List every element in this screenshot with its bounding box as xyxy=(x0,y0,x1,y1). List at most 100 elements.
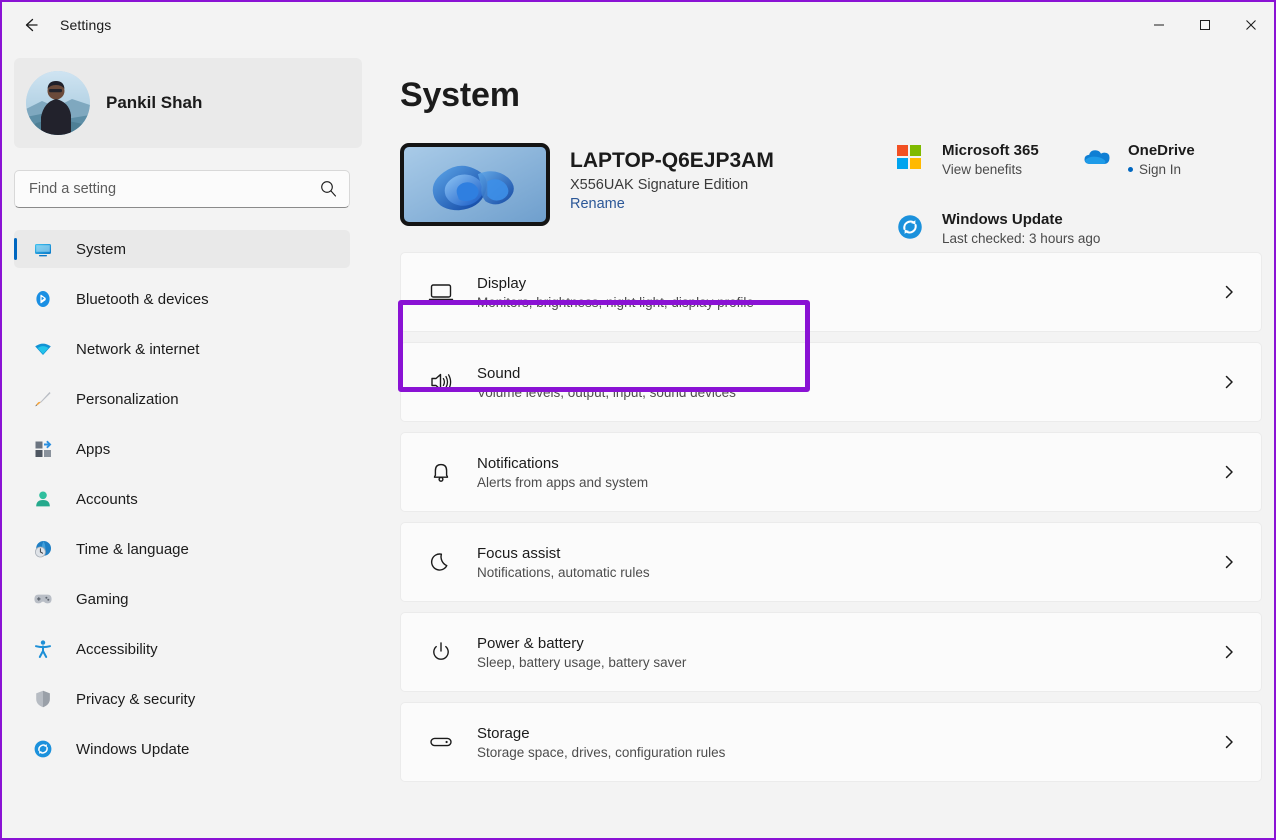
sidebar-item-privacy-security[interactable]: Privacy & security xyxy=(14,680,350,718)
settings-row-power-battery[interactable]: Power & battery Sleep, battery usage, ba… xyxy=(400,612,1262,692)
window-controls xyxy=(1136,2,1274,48)
bell-icon xyxy=(421,458,461,486)
profile-name: Pankil Shah xyxy=(106,93,202,113)
settings-row-title: Storage xyxy=(477,725,725,742)
sidebar-item-label: Privacy & security xyxy=(76,691,195,708)
close-button[interactable] xyxy=(1228,2,1274,48)
quicklink-title: Windows Update xyxy=(942,211,1063,228)
monitor-icon xyxy=(32,238,54,260)
display-monitor-icon xyxy=(421,278,461,306)
device-info: LAPTOP-Q6EJP3AM X556UAK Signature Editio… xyxy=(570,143,774,213)
search-input[interactable] xyxy=(14,170,350,208)
settings-list: Display Monitors, brightness, night ligh… xyxy=(384,252,1274,782)
user-avatar-photo xyxy=(26,71,90,135)
sidebar-item-label: Accessibility xyxy=(76,641,158,658)
gamepad-icon xyxy=(32,588,54,610)
speaker-icon xyxy=(421,368,461,396)
sidebar-item-time-language[interactable]: Time & language xyxy=(14,530,350,568)
settings-row-subtitle: Sleep, battery usage, battery saver xyxy=(477,655,686,670)
chevron-right-icon xyxy=(1221,554,1237,570)
device-name: LAPTOP-Q6EJP3AM xyxy=(570,149,774,173)
bluetooth-icon xyxy=(32,288,54,310)
settings-row-focus-assist[interactable]: Focus assist Notifications, automatic ru… xyxy=(400,522,1262,602)
settings-window: Settings xyxy=(0,0,1276,840)
status-dot xyxy=(1128,167,1133,172)
main-content: System xyxy=(384,48,1274,840)
arrow-left-icon xyxy=(21,15,41,35)
sidebar-item-windows-update[interactable]: Windows Update xyxy=(14,730,350,768)
user-profile-card[interactable]: Pankil Shah xyxy=(14,58,362,148)
settings-row-display[interactable]: Display Monitors, brightness, night ligh… xyxy=(400,252,1262,332)
wifi-icon xyxy=(32,338,54,360)
sidebar-item-bluetooth-devices[interactable]: Bluetooth & devices xyxy=(14,280,350,318)
maximize-button[interactable] xyxy=(1182,2,1228,48)
settings-row-subtitle: Alerts from apps and system xyxy=(477,475,648,490)
rename-link[interactable]: Rename xyxy=(570,196,625,212)
quicklink-subtitle: Last checked: 3 hours ago xyxy=(942,231,1100,246)
settings-row-title: Focus assist xyxy=(477,545,650,562)
sidebar-item-network-internet[interactable]: Network & internet xyxy=(14,330,350,368)
minimize-button[interactable] xyxy=(1136,2,1182,48)
sidebar-item-label: System xyxy=(76,241,126,258)
shield-icon xyxy=(32,688,54,710)
settings-row-title: Display xyxy=(477,275,754,292)
chevron-right-icon xyxy=(1221,464,1237,480)
quicklink-subtitle: Sign In xyxy=(1128,162,1195,177)
chevron-right-icon xyxy=(1221,734,1237,750)
search-box xyxy=(14,170,350,208)
back-button[interactable] xyxy=(10,9,52,41)
settings-row-title: Sound xyxy=(477,365,736,382)
quicklink-title: OneDrive xyxy=(1128,142,1195,159)
settings-row-subtitle: Volume levels, output, input, sound devi… xyxy=(477,385,736,400)
settings-row-notifications[interactable]: Notifications Alerts from apps and syste… xyxy=(400,432,1262,512)
settings-row-sound[interactable]: Sound Volume levels, output, input, soun… xyxy=(400,342,1262,422)
microsoft-logo-icon xyxy=(896,144,926,174)
sidebar-item-label: Apps xyxy=(76,441,110,458)
quicklink-onedrive[interactable]: OneDrive Sign In xyxy=(1082,142,1268,177)
accessibility-icon xyxy=(32,638,54,660)
person-icon xyxy=(32,488,54,510)
maximize-icon xyxy=(1199,19,1211,31)
sidebar-item-personalization[interactable]: Personalization xyxy=(14,380,350,418)
sidebar-item-label: Personalization xyxy=(76,391,179,408)
sidebar-item-label: Network & internet xyxy=(76,341,199,358)
sidebar-item-gaming[interactable]: Gaming xyxy=(14,580,350,618)
sidebar-nav: System Bluetooth & devices xyxy=(14,230,372,768)
sidebar-item-label: Windows Update xyxy=(76,741,189,758)
app-title: Settings xyxy=(60,17,111,33)
globe-clock-icon xyxy=(32,538,54,560)
settings-row-storage[interactable]: Storage Storage space, drives, configura… xyxy=(400,702,1262,782)
avatar xyxy=(26,71,90,135)
sidebar-item-accessibility[interactable]: Accessibility xyxy=(14,630,350,668)
sync-icon xyxy=(896,213,926,243)
sidebar: Pankil Shah xyxy=(2,48,384,840)
page-title: System xyxy=(400,76,1274,115)
apps-grid-icon xyxy=(32,438,54,460)
chevron-right-icon xyxy=(1221,284,1237,300)
quicklink-windows-update[interactable]: Windows Update Last checked: 3 hours ago xyxy=(896,211,1274,246)
sidebar-item-label: Time & language xyxy=(76,541,189,558)
settings-row-subtitle: Storage space, drives, configuration rul… xyxy=(477,745,725,760)
close-icon xyxy=(1245,19,1257,31)
sync-icon xyxy=(32,738,54,760)
chevron-right-icon xyxy=(1221,374,1237,390)
sidebar-item-apps[interactable]: Apps xyxy=(14,430,350,468)
windows-bloom-wallpaper xyxy=(400,143,550,226)
title-bar: Settings xyxy=(2,2,1274,48)
quicklink-microsoft-365[interactable]: Microsoft 365 View benefits xyxy=(896,142,1082,177)
chevron-right-icon xyxy=(1221,644,1237,660)
settings-row-subtitle: Notifications, automatic rules xyxy=(477,565,650,580)
sidebar-item-system[interactable]: System xyxy=(14,230,350,268)
minimize-icon xyxy=(1153,19,1165,31)
sidebar-item-accounts[interactable]: Accounts xyxy=(14,480,350,518)
power-icon xyxy=(421,638,461,666)
quicklink-title: Microsoft 365 xyxy=(942,142,1039,159)
onedrive-cloud-icon xyxy=(1082,144,1112,174)
sidebar-item-label: Bluetooth & devices xyxy=(76,291,209,308)
paintbrush-icon xyxy=(32,388,54,410)
sidebar-item-label: Accounts xyxy=(76,491,138,508)
quicklink-subtitle: View benefits xyxy=(942,162,1039,177)
moon-icon xyxy=(421,548,461,576)
settings-row-title: Power & battery xyxy=(477,635,686,652)
quick-links: Microsoft 365 View benefits OneDrive xyxy=(896,142,1274,246)
